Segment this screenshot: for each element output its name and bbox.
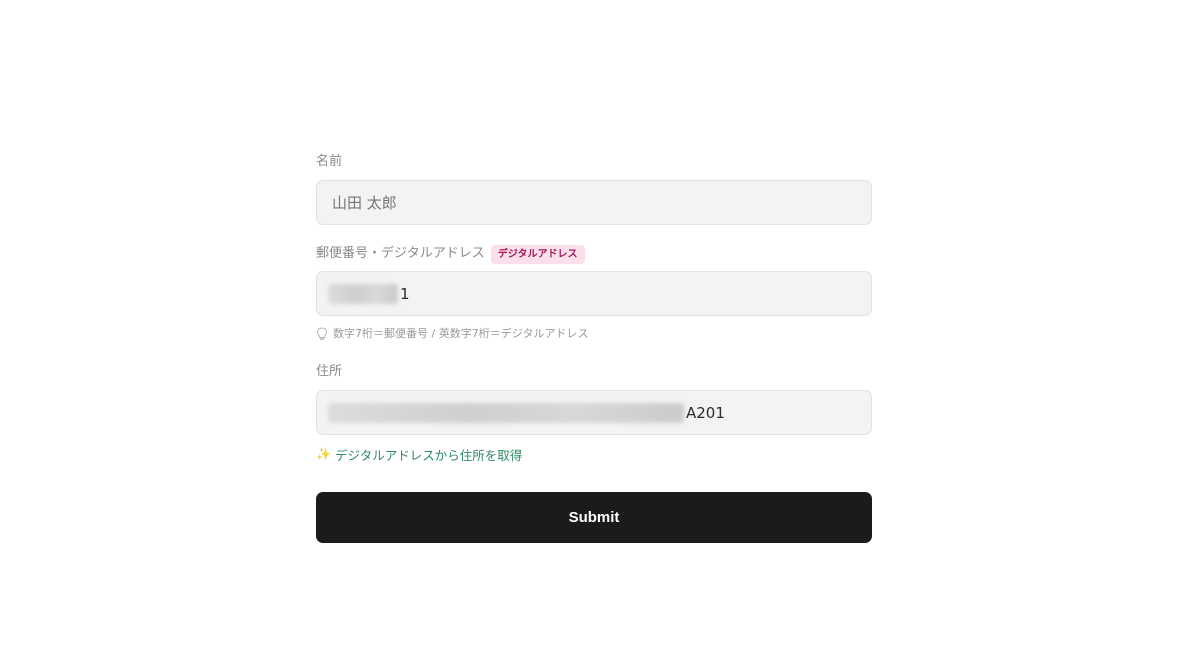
postal-value: 1	[328, 283, 410, 304]
address-value: A201	[328, 402, 725, 423]
address-value-visible: A201	[686, 403, 725, 422]
postal-hint: 数字7桁＝郵便番号 / 英数字7桁＝デジタルアドレス	[316, 325, 872, 343]
postal-field[interactable]: 1	[316, 271, 872, 316]
address-label-text: 住所	[316, 364, 343, 379]
redacted-postal-blur	[328, 283, 398, 304]
postal-hint-text: 数字7桁＝郵便番号 / 英数字7桁＝デジタルアドレス	[333, 327, 589, 340]
redacted-address-blur	[328, 402, 684, 423]
name-field[interactable]	[316, 180, 872, 225]
fetch-address-link-label: デジタルアドレスから住所を取得	[334, 447, 523, 463]
fetch-address-link[interactable]: ✨ デジタルアドレスから住所を取得	[316, 445, 872, 463]
submit-button[interactable]: Submit	[316, 492, 872, 543]
lightbulb-icon	[316, 327, 328, 340]
postal-label: 郵便番号・デジタルアドレス デジタルアドレス	[316, 244, 872, 264]
postal-value-visible: 1	[400, 284, 410, 303]
name-label: 名前	[316, 152, 872, 172]
name-input[interactable]	[332, 193, 871, 212]
address-field[interactable]: A201	[316, 390, 872, 435]
name-label-text: 名前	[316, 154, 343, 169]
postal-label-text: 郵便番号・デジタルアドレス	[316, 246, 485, 261]
address-label: 住所	[316, 362, 872, 382]
address-form: 名前 郵便番号・デジタルアドレス デジタルアドレス 1 数字7桁＝郵便番号 / …	[316, 152, 872, 543]
digital-address-badge: デジタルアドレス	[490, 244, 585, 264]
sparkles-icon: ✨	[316, 447, 331, 461]
